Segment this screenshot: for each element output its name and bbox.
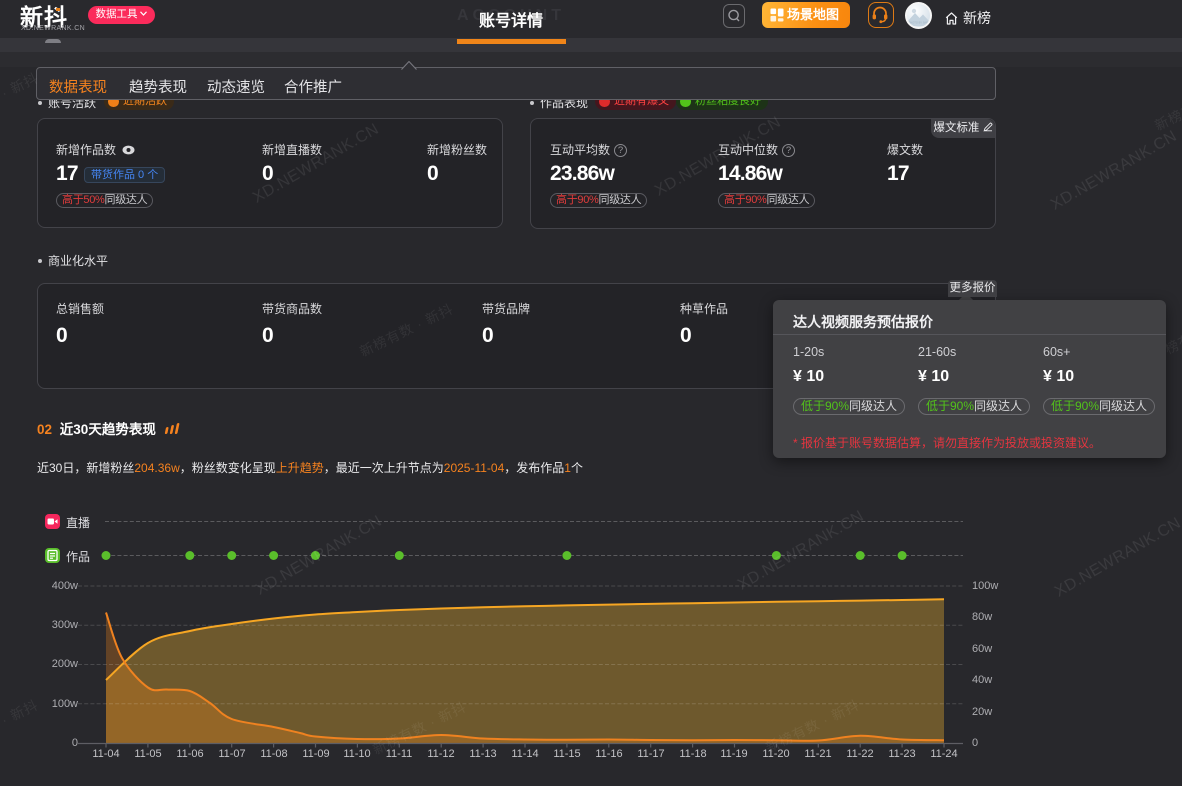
svg-text:PHOTO BY SAM: PHOTO BY SAM xyxy=(909,21,929,25)
